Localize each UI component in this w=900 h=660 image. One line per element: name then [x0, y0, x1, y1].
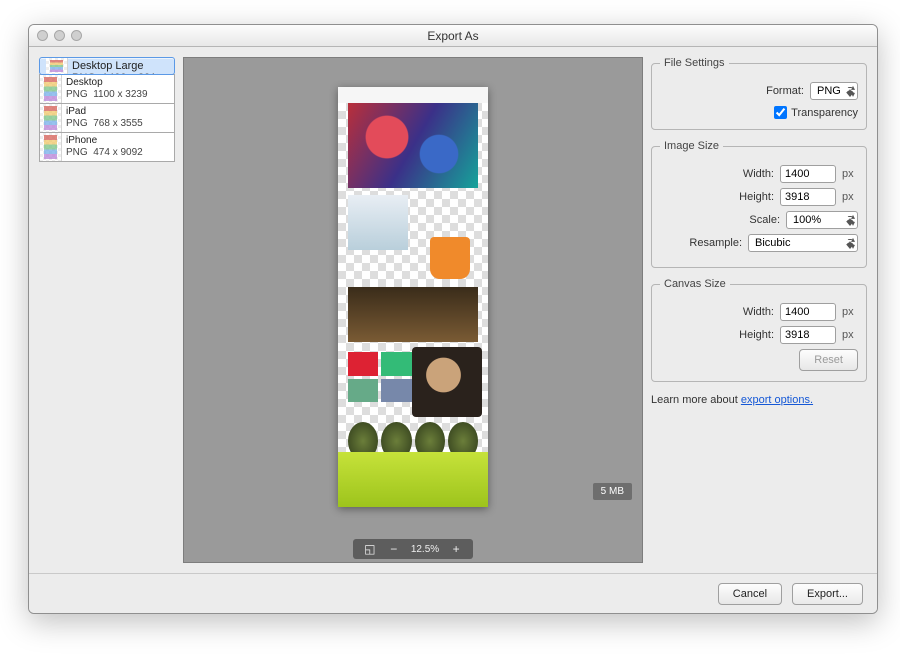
preview-canvas[interactable]: 5 MB	[184, 58, 642, 536]
asset-name: iPhone	[66, 135, 170, 147]
asset-dim: PNG 474 x 9092	[66, 147, 170, 159]
scale-label: Scale:	[749, 214, 780, 226]
window-title: Export As	[29, 29, 877, 43]
minimize-icon[interactable]	[54, 30, 65, 41]
zoom-level: 12.5%	[411, 544, 439, 555]
unit-label: px	[842, 168, 858, 180]
export-button[interactable]: Export...	[792, 583, 863, 605]
asset-name: iPad	[66, 106, 170, 118]
format-label: Format:	[766, 85, 804, 97]
learn-more: Learn more about export options.	[651, 394, 867, 406]
zoom-in-icon[interactable]: +	[449, 542, 463, 556]
asset-dim: PNG 768 x 3555	[66, 118, 170, 130]
image-size-group: Image Size Width: px Height: px Scale: 1…	[651, 140, 867, 268]
resample-label: Resample:	[689, 237, 742, 249]
canvas-size-legend: Canvas Size	[660, 278, 730, 290]
resample-select[interactable]: Bicubic	[748, 234, 858, 252]
zoom-out-icon[interactable]: −	[387, 542, 401, 556]
img-height-input[interactable]	[780, 188, 836, 206]
canvas-height-label: Height:	[739, 329, 774, 341]
preview-artboard	[338, 87, 488, 507]
image-size-legend: Image Size	[660, 140, 723, 152]
format-select[interactable]: PNG	[810, 82, 858, 100]
zoom-toolbar: ◱ − 12.5% +	[184, 536, 642, 562]
zoom-icon[interactable]	[71, 30, 82, 41]
asset-list: Desktop Large PNG 1400 x 3918 Desktop PN…	[39, 57, 175, 563]
transparency-label: Transparency	[791, 107, 858, 119]
asset-item-desktop[interactable]: Desktop PNG 1100 x 3239	[39, 74, 175, 104]
file-settings-legend: File Settings	[660, 57, 729, 69]
asset-thumb	[40, 75, 62, 103]
titlebar: Export As	[29, 25, 877, 47]
asset-dim: PNG 1100 x 3239	[66, 89, 170, 101]
dialog-footer: Cancel Export...	[29, 573, 877, 613]
img-width-input[interactable]	[780, 165, 836, 183]
asset-thumb	[46, 58, 68, 74]
preview-pane: 5 MB ◱ − 12.5% +	[183, 57, 643, 563]
asset-item-ipad[interactable]: iPad PNG 768 x 3555	[39, 103, 175, 133]
transparency-checkbox[interactable]	[774, 106, 787, 119]
asset-thumb	[40, 104, 62, 132]
export-as-dialog: Export As Desktop Large PNG 1400 x 3918 …	[28, 24, 878, 614]
asset-item-desktop-large[interactable]: Desktop Large PNG 1400 x 3918	[39, 57, 175, 75]
filesize-badge: 5 MB	[593, 483, 632, 500]
unit-label: px	[842, 191, 858, 203]
cancel-button[interactable]: Cancel	[718, 583, 782, 605]
canvas-width-label: Width:	[743, 306, 774, 318]
asset-dim: PNG 1400 x 3918	[72, 72, 154, 74]
reset-button[interactable]: Reset	[799, 349, 858, 371]
canvas-width-input[interactable]	[780, 303, 836, 321]
close-icon[interactable]	[37, 30, 48, 41]
asset-name: Desktop Large	[72, 60, 154, 72]
canvas-height-input[interactable]	[780, 326, 836, 344]
img-height-label: Height:	[739, 191, 774, 203]
asset-item-iphone[interactable]: iPhone PNG 474 x 9092	[39, 132, 175, 162]
zoom-fit-icon[interactable]: ◱	[363, 542, 377, 556]
settings-panel: File Settings Format: PNG ▴▾ Transparenc…	[651, 57, 867, 563]
unit-label: px	[842, 329, 858, 341]
asset-name: Desktop	[66, 77, 170, 89]
canvas-size-group: Canvas Size Width: px Height: px Reset	[651, 278, 867, 382]
img-width-label: Width:	[743, 168, 774, 180]
asset-thumb	[40, 133, 62, 161]
unit-label: px	[842, 306, 858, 318]
export-options-link[interactable]: export options.	[741, 394, 813, 406]
file-settings-group: File Settings Format: PNG ▴▾ Transparenc…	[651, 57, 867, 130]
scale-select[interactable]: 100%	[786, 211, 858, 229]
